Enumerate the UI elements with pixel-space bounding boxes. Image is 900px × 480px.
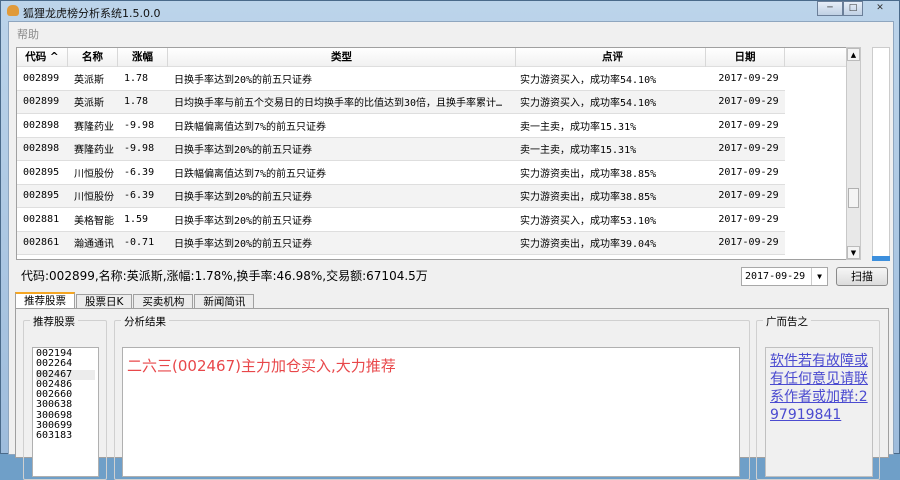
app-window: 狐狸龙虎榜分析系统1.5.0.0 ─ □ ✕ 帮助 代码 ^ 名称 涨幅 类型 … [0, 0, 900, 480]
menu-help[interactable]: 帮助 [17, 26, 39, 42]
table-scrollbar[interactable]: ▲ ▼ [846, 47, 861, 260]
cell-code: 002898 [23, 143, 60, 155]
cell-date: 2017-09-29 [718, 143, 779, 155]
cell-change: -6.39 [124, 190, 155, 202]
cell-name: 英派斯 [74, 74, 104, 86]
cell-type: 日换手率达到20%的前五只证券 [174, 145, 313, 157]
cell-change: 1.78 [124, 72, 149, 84]
table-row[interactable]: 002898 赛隆药业 -9.98 日换手率达到20%的前五只证券 卖一主卖，成功率15… [17, 137, 785, 161]
recommend-label: 推荐股票 [30, 314, 78, 329]
cell-date: 2017-09-29 [718, 166, 779, 178]
cell-comment: 实力游资卖出，成功率38.85% [520, 168, 657, 180]
cell-change: -6.39 [124, 166, 155, 178]
cell-date: 2017-09-29 [718, 96, 779, 108]
cell-comment: 实力游资卖出，成功率39.04% [520, 239, 657, 251]
cell-change: 1.59 [124, 213, 149, 225]
cell-date: 2017-09-29 [718, 213, 779, 225]
date-select[interactable]: 2017-09-29 ▼ [741, 267, 828, 286]
client-area: 帮助 代码 ^ 名称 涨幅 类型 点评 日期 002899 英派斯 1.78 日换手率… [8, 21, 894, 480]
analysis-group: 分析结果 二六三(002467)主力加仓买入,大力推荐 [114, 314, 750, 480]
cell-code: 002895 [23, 190, 60, 202]
cell-type: 日均换手率与前五个交易日的日均换手率的比值达到30倍，且换手率累计… [174, 98, 503, 110]
cell-date: 2017-09-29 [718, 72, 779, 84]
cell-change: -9.98 [124, 119, 155, 131]
col-header-date[interactable]: 日期 [706, 48, 785, 67]
title-bar: 狐狸龙虎榜分析系统1.5.0.0 ─ □ ✕ [1, 1, 900, 21]
chevron-down-icon[interactable]: ▼ [811, 268, 827, 285]
cell-name: 赛隆药业 [74, 121, 114, 133]
close-button[interactable]: ✕ [863, 1, 897, 16]
cell-date: 2017-09-29 [718, 190, 779, 202]
table-row[interactable]: 002861 瀚通通讯 -0.71 日换手率达到20%的前五只证券 实力游资卖出，成功率… [17, 231, 785, 255]
cell-comment: 卖一主卖，成功率15.31% [520, 145, 637, 157]
col-header-code[interactable]: 代码 ^ [17, 48, 68, 67]
scan-button[interactable]: 扫描 [836, 267, 888, 286]
cell-type: 日换手率达到20%的前五只证券 [174, 215, 313, 227]
window-title: 狐狸龙虎榜分析系统1.5.0.0 [23, 7, 161, 20]
recommend-item[interactable]: 603183 [36, 431, 95, 442]
stock-summary: 代码:002899,名称:英派斯,涨幅:1.78%,换手率:46.98%,交易额… [21, 269, 428, 283]
cell-date: 2017-09-29 [718, 119, 779, 131]
recommend-group: 推荐股票 002194 002264 002467 002486 002660 30063… [23, 314, 107, 480]
dragon-tiger-table: 代码 ^ 名称 涨幅 类型 点评 日期 002899 英派斯 1.78 日换手率达到2… [16, 47, 854, 260]
cell-type: 日跌幅偏离值达到7%的前五只证券 [174, 168, 327, 180]
cell-comment: 卖一主卖，成功率15.31% [520, 121, 637, 133]
table-row[interactable]: 002898 赛隆药业 -9.98 日跌幅偏离值达到7%的前五只证券 卖一主卖，成功率1… [17, 114, 785, 138]
scroll-up-arrow-icon[interactable]: ▲ [847, 48, 860, 61]
cell-code: 002895 [23, 166, 60, 178]
cell-code: 002899 [23, 96, 60, 108]
scroll-thumb[interactable] [848, 188, 859, 208]
maximize-button[interactable]: □ [843, 1, 863, 16]
cell-code: 002861 [23, 237, 60, 249]
cell-name: 赛隆药业 [74, 145, 114, 157]
cell-code: 002881 [23, 213, 60, 225]
col-header-change[interactable]: 涨幅 [118, 48, 168, 67]
cell-type: 日换手率达到20%的前五只证券 [174, 192, 313, 204]
ad-label: 广而告之 [763, 314, 811, 329]
table-row[interactable]: 002895 川恒股份 -6.39 日换手率达到20%的前五只证券 实力游资卖出，成功率… [17, 184, 785, 208]
col-header-type[interactable]: 类型 [168, 48, 516, 67]
table-row[interactable]: 002899 英派斯 1.78 日换手率达到20%的前五只证券 实力游资买入，成功率54… [17, 67, 785, 91]
analysis-label: 分析结果 [121, 314, 169, 329]
date-value: 2017-09-29 [745, 271, 806, 282]
col-header-comment[interactable]: 点评 [516, 48, 706, 67]
minimize-button[interactable]: ─ [817, 1, 843, 16]
col-header-name[interactable]: 名称 [68, 48, 118, 67]
cell-change: -9.98 [124, 143, 155, 155]
analysis-result-text[interactable]: 二六三(002467)主力加仓买入,大力推荐 [122, 347, 740, 477]
cell-comment: 实力游资卖出，成功率38.85% [520, 192, 657, 204]
table-row[interactable]: 002899 英派斯 1.78 日均换手率与前五个交易日的日均换手率的比值达到30倍，… [17, 90, 785, 114]
cell-name: 瀚通通讯 [74, 239, 114, 251]
cell-date: 2017-09-29 [718, 237, 779, 249]
table-row[interactable]: 002881 美格智能 1.59 日换手率达到20%的前五只证券 实力游资买入，成功率5… [17, 208, 785, 232]
ad-group: 广而告之 软件若有故障或有任何意见请联系作者或加群:297919841 [756, 314, 880, 480]
cell-comment: 实力游资买入，成功率54.10% [520, 98, 657, 110]
side-panel [872, 47, 890, 260]
cell-type: 日换手率达到20%的前五只证券 [174, 74, 313, 86]
cell-name: 英派斯 [74, 98, 104, 110]
cell-code: 002899 [23, 72, 60, 84]
tab-panel: 推荐股票 002194 002264 002467 002486 002660 30063… [15, 308, 889, 480]
cell-type: 日换手率达到20%的前五只证券 [174, 239, 313, 251]
cell-comment: 实力游资买入，成功率53.10% [520, 215, 657, 227]
app-fox-icon [7, 5, 19, 16]
table-row[interactable]: 002895 川恒股份 -6.39 日跌幅偏离值达到7%的前五只证券 实力游资卖出，成功… [17, 161, 785, 185]
cell-type: 日跌幅偏离值达到7%的前五只证券 [174, 121, 327, 133]
cell-name: 川恒股份 [74, 192, 114, 204]
side-panel-indicator [872, 256, 890, 261]
cell-change: -0.71 [124, 237, 155, 249]
cell-code: 002898 [23, 119, 60, 131]
contact-link[interactable]: 软件若有故障或有任何意见请联系作者或加群:297919841 [765, 347, 873, 477]
recommend-list[interactable]: 002194 002264 002467 002486 002660 300638 3006… [32, 347, 99, 477]
scroll-down-arrow-icon[interactable]: ▼ [847, 246, 860, 259]
cell-change: 1.78 [124, 96, 149, 108]
cell-comment: 实力游资买入，成功率54.10% [520, 74, 657, 86]
table-header: 代码 ^ 名称 涨幅 类型 点评 日期 [17, 48, 853, 67]
cell-name: 川恒股份 [74, 168, 114, 180]
cell-name: 美格智能 [74, 215, 114, 227]
